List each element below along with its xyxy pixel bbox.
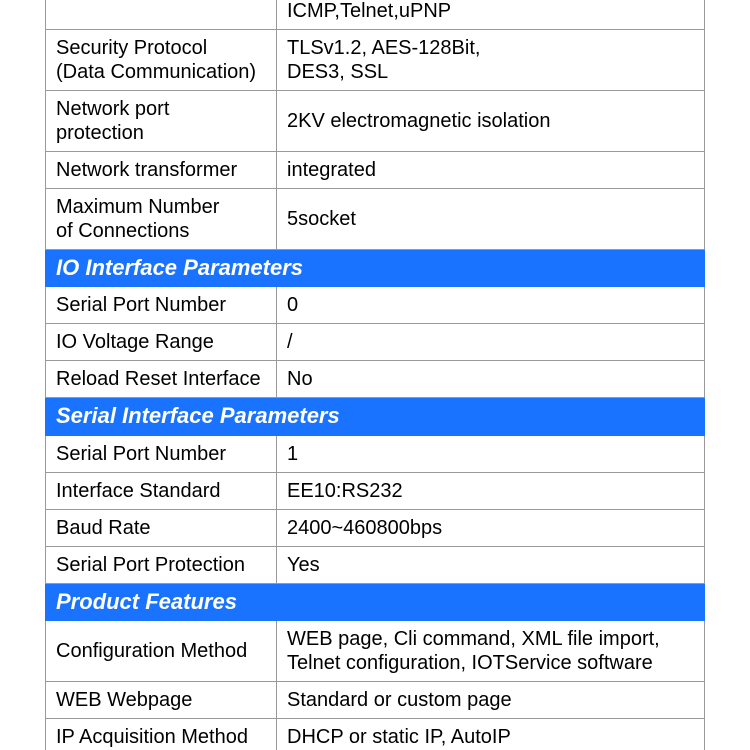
spec-value: DHCP or static IP, AutoIP bbox=[277, 719, 705, 750]
table-row: Configuration MethodWEB page, Cli comman… bbox=[46, 621, 705, 682]
spec-label: WEB Webpage bbox=[46, 682, 277, 719]
spec-value: TLSv1.2, AES-128Bit,DES3, SSL bbox=[277, 30, 705, 91]
table-row: IP Acquisition MethodDHCP or static IP, … bbox=[46, 719, 705, 750]
spec-label: IO Voltage Range bbox=[46, 324, 277, 361]
spec-label: Serial Port Protection bbox=[46, 546, 277, 583]
spec-label: Network portprotection bbox=[46, 91, 277, 152]
table-row: WEB WebpageStandard or custom page bbox=[46, 682, 705, 719]
table-row: Serial Port Number1 bbox=[46, 435, 705, 472]
spec-value: integrated bbox=[277, 152, 705, 189]
table-row: Product Features bbox=[46, 583, 705, 620]
spec-label: Serial Port Number bbox=[46, 287, 277, 324]
spec-label bbox=[46, 0, 277, 30]
spec-label: Baud Rate bbox=[46, 509, 277, 546]
spec-label: Network transformer bbox=[46, 152, 277, 189]
spec-value: EE10:RS232 bbox=[277, 472, 705, 509]
spec-label: Maximum Numberof Connections bbox=[46, 189, 277, 250]
spec-label: Reload Reset Interface bbox=[46, 361, 277, 398]
table-row: Serial Port Number0 bbox=[46, 287, 705, 324]
spec-value: Yes bbox=[277, 546, 705, 583]
spec-label: Interface Standard bbox=[46, 472, 277, 509]
table-row: Interface StandardEE10:RS232 bbox=[46, 472, 705, 509]
section-header: Product Features bbox=[46, 583, 705, 620]
section-header: Serial Interface Parameters bbox=[46, 398, 705, 435]
table-row: IO Interface Parameters bbox=[46, 250, 705, 287]
spec-value: 2400~460800bps bbox=[277, 509, 705, 546]
spec-value: Standard or custom page bbox=[277, 682, 705, 719]
table-row: Reload Reset InterfaceNo bbox=[46, 361, 705, 398]
spec-value: / bbox=[277, 324, 705, 361]
table-row: Maximum Numberof Connections5socket bbox=[46, 189, 705, 250]
spec-value: 2KV electromagnetic isolation bbox=[277, 91, 705, 152]
spec-table: ICMP,Telnet,uPNPSecurity Protocol(Data C… bbox=[45, 0, 705, 750]
spec-value: 1 bbox=[277, 435, 705, 472]
spec-value: 5socket bbox=[277, 189, 705, 250]
spec-label: IP Acquisition Method bbox=[46, 719, 277, 750]
section-header: IO Interface Parameters bbox=[46, 250, 705, 287]
table-row: Network transformerintegrated bbox=[46, 152, 705, 189]
table-row: Baud Rate2400~460800bps bbox=[46, 509, 705, 546]
spec-label: Security Protocol(Data Communication) bbox=[46, 30, 277, 91]
table-row: Security Protocol(Data Communication)TLS… bbox=[46, 30, 705, 91]
spec-label: Configuration Method bbox=[46, 621, 277, 682]
spec-value: 0 bbox=[277, 287, 705, 324]
table-row: IO Voltage Range/ bbox=[46, 324, 705, 361]
table-row: ICMP,Telnet,uPNP bbox=[46, 0, 705, 30]
table-row: Serial Port ProtectionYes bbox=[46, 546, 705, 583]
spec-label: Serial Port Number bbox=[46, 435, 277, 472]
table-row: Network portprotection2KV electromagneti… bbox=[46, 91, 705, 152]
table-row: Serial Interface Parameters bbox=[46, 398, 705, 435]
spec-value: WEB page, Cli command, XML file import, … bbox=[277, 621, 705, 682]
spec-value: ICMP,Telnet,uPNP bbox=[277, 0, 705, 30]
spec-value: No bbox=[277, 361, 705, 398]
